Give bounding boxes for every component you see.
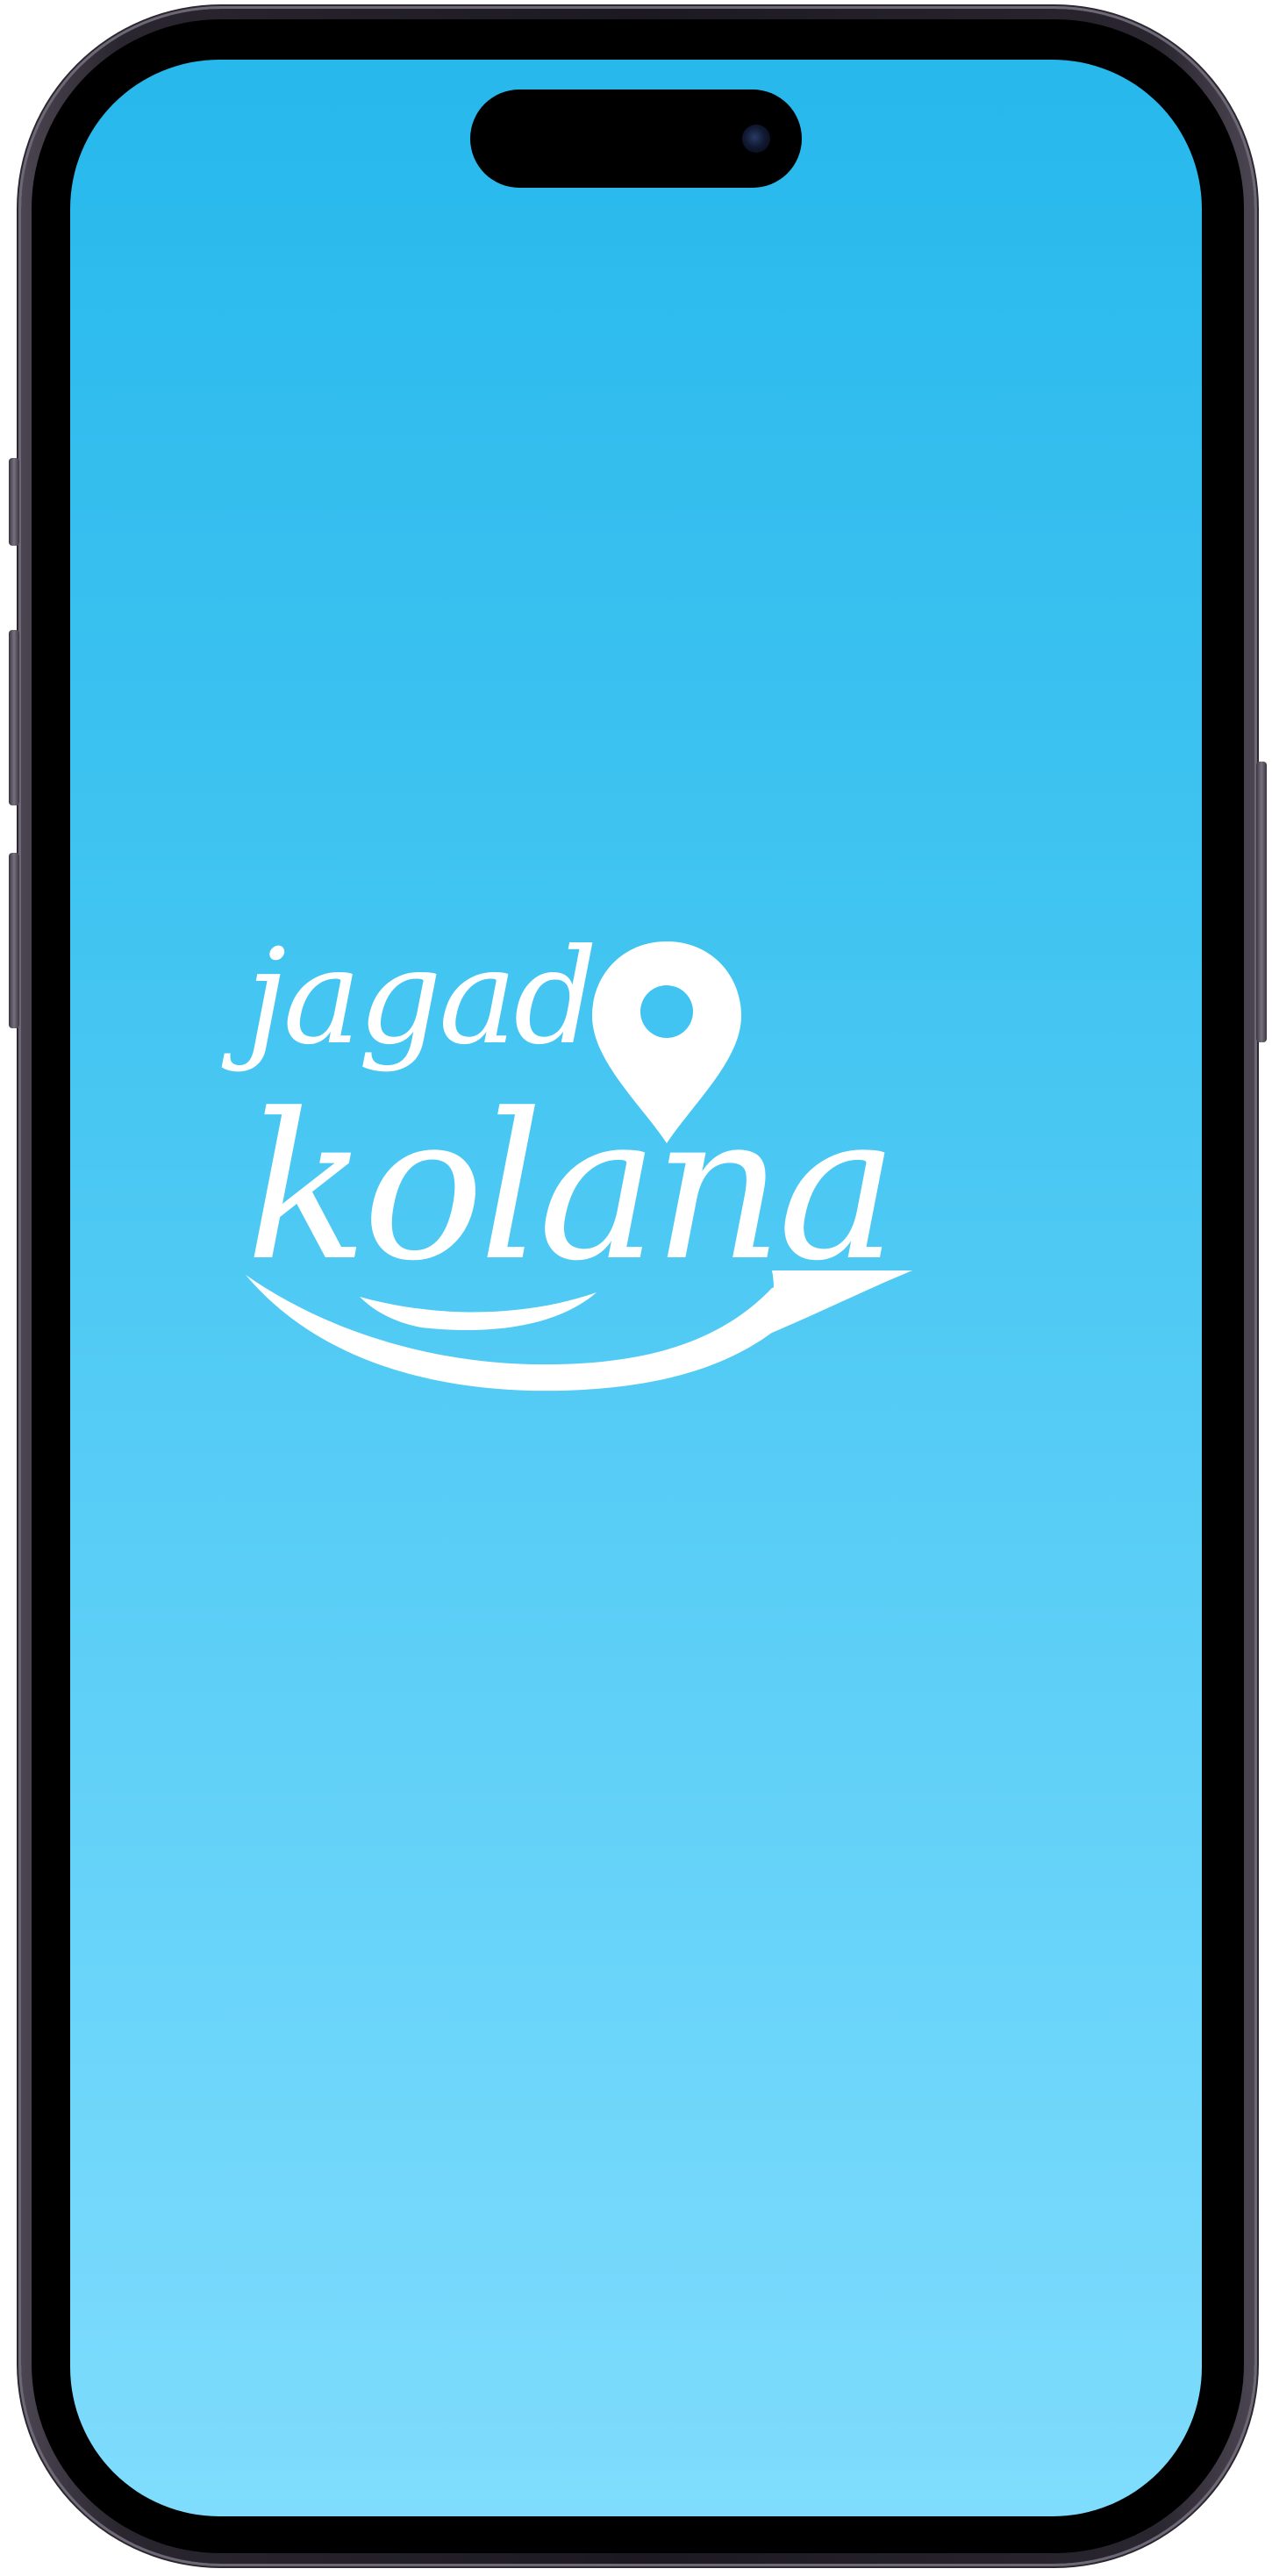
app-logo: jagad kolana	[221, 880, 1035, 1433]
camera-icon	[742, 125, 770, 153]
action-button[interactable]	[9, 458, 19, 546]
volume-down-button[interactable]	[9, 853, 19, 1028]
volume-up-button[interactable]	[9, 630, 19, 805]
logo-line2: kolana	[246, 1071, 893, 1306]
screen: jagad kolana	[70, 60, 1202, 2516]
logo-line1: jagad	[221, 921, 594, 1074]
power-button[interactable]	[1256, 762, 1267, 1042]
jagad-kolana-logo: jagad kolana	[221, 921, 912, 1392]
dynamic-island	[470, 89, 802, 188]
